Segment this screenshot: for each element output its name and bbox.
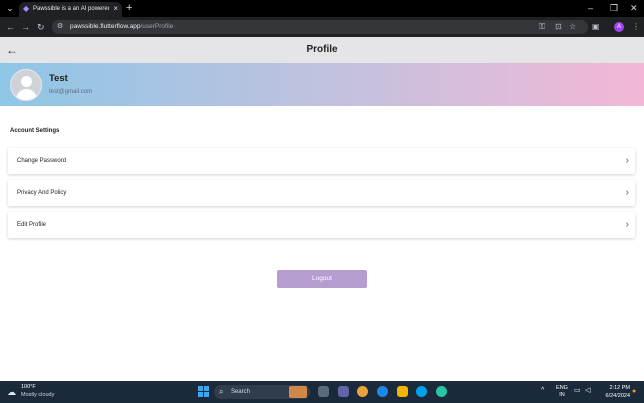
windows-start-icon[interactable] [198, 386, 209, 397]
region-code: IN [559, 392, 565, 398]
chevron-right-icon: › [625, 187, 629, 198]
weather-temperature[interactable]: 100°F [21, 384, 36, 391]
notification-bell-icon[interactable]: ● [632, 387, 636, 397]
network-icon[interactable]: ▭ [574, 387, 581, 394]
favicon-icon: ◆ [23, 4, 30, 13]
app-icon[interactable] [436, 386, 447, 397]
taskbar-search[interactable]: ⌕ Search [214, 385, 310, 399]
clock-date: 6/24/2024 [605, 393, 630, 399]
user-email: test@gmail.com [49, 89, 93, 95]
logout-button[interactable]: Logout [277, 270, 367, 288]
skype-icon[interactable] [416, 386, 427, 397]
language-code: ENG [556, 385, 568, 391]
address-bar[interactable]: ⚙ pawssible.flutterflow.app/userProfile [52, 20, 588, 34]
setting-label: Change Password [17, 158, 67, 164]
taskbar: ☁ 100°F Mostly cloudy ⌕ Search ^ ENG IN … [0, 381, 644, 403]
chrome-icon[interactable] [357, 386, 368, 397]
clock-time: 2:12 PM [609, 385, 630, 391]
cloud-icon[interactable]: ☁ [7, 386, 16, 398]
edit-profile-row[interactable]: Edit Profile › [8, 212, 635, 238]
restore-button[interactable]: ❐ [610, 1, 618, 15]
bookmark-star-icon[interactable]: ☆ [569, 21, 576, 33]
forward-nav-icon[interactable]: → [21, 21, 30, 33]
setting-label: Edit Profile [17, 222, 47, 228]
chevron-right-icon: › [625, 155, 629, 166]
extensions-icon[interactable]: ▣ [592, 21, 600, 33]
more-menu-icon[interactable]: ⋮ [632, 21, 640, 33]
setting-label: Privacy And Policy [17, 190, 67, 196]
back-nav-icon[interactable]: ← [6, 21, 15, 33]
privacy-policy-row[interactable]: Privacy And Policy › [8, 180, 635, 206]
chevron-up-icon[interactable]: ^ [541, 387, 544, 394]
search-highlight-image [289, 386, 307, 398]
avatar-head-shape [21, 76, 32, 87]
chevron-right-icon: › [625, 219, 629, 230]
page-title: Profile [306, 44, 338, 55]
change-password-row[interactable]: Change Password › [8, 148, 635, 174]
tab-close-icon[interactable]: × [113, 4, 118, 14]
profile-banner: Test test@gmail.com [0, 63, 644, 106]
site-info-icon[interactable]: ⚙ [57, 22, 63, 32]
url-text: pawssible.flutterflow.app/userProfile [70, 23, 174, 30]
reload-icon[interactable]: ↻ [37, 21, 45, 33]
task-view-icon[interactable] [318, 386, 329, 397]
app-header: ← Profile [0, 37, 644, 63]
browser-tab[interactable]: ◆ Pawssible is a an AI powered P... × [19, 2, 122, 17]
volume-icon[interactable]: ◁ [585, 387, 590, 394]
teams-icon[interactable] [338, 386, 349, 397]
password-key-icon[interactable]: ⚿ [539, 21, 545, 33]
user-name: Test [49, 73, 68, 84]
new-tab-button[interactable]: + [126, 2, 132, 14]
search-icon: ⌕ [219, 387, 224, 396]
edge-icon[interactable] [377, 386, 388, 397]
tab-search-icon[interactable]: ⌄ [4, 2, 16, 14]
minimize-button[interactable]: – [588, 1, 593, 15]
section-label: Account Settings [10, 128, 60, 134]
install-app-icon[interactable]: ⊡ [555, 21, 562, 33]
clock[interactable]: 2:12 PM 6/24/2024 [596, 384, 630, 400]
close-window-button[interactable]: ✕ [630, 1, 638, 15]
language-indicator[interactable]: ENG IN [554, 385, 570, 399]
browser-tab-strip: ⌄ ◆ Pawssible is a an AI powered P... × … [0, 0, 644, 17]
profile-avatar-icon[interactable]: A [614, 22, 624, 32]
browser-toolbar: ← → ↻ ⚙ pawssible.flutterflow.app/userPr… [0, 17, 644, 37]
file-explorer-icon[interactable] [397, 386, 408, 397]
tab-title: Pawssible is a an AI powered P... [33, 6, 109, 12]
avatar-body-shape [16, 89, 37, 100]
search-placeholder: Search [231, 389, 251, 395]
weather-description[interactable]: Mostly cloudy [21, 392, 54, 399]
avatar [10, 69, 42, 101]
